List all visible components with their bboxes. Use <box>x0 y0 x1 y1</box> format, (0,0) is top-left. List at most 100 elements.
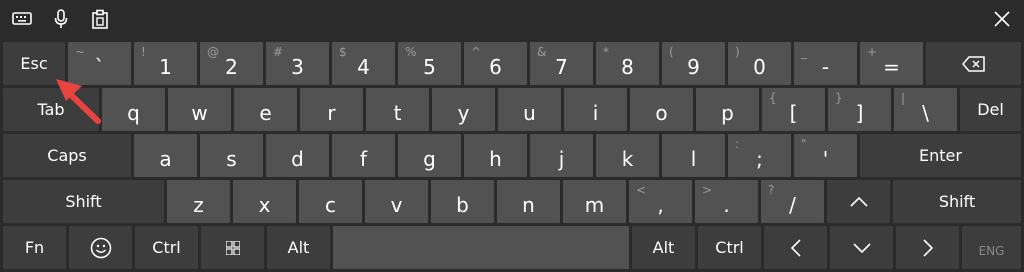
key-label: Ctrl <box>152 238 181 257</box>
key-primary: p <box>721 101 734 125</box>
key-arrow-right[interactable] <box>896 226 959 269</box>
key-primary: f <box>359 147 368 171</box>
key-ctrl-right[interactable]: Ctrl <box>698 226 761 269</box>
key-windows[interactable] <box>201 226 264 269</box>
key-f[interactable]: f <box>332 134 395 177</box>
key-label: Shift <box>65 192 102 211</box>
key-esc[interactable]: Esc <box>3 42 65 85</box>
key-primary: 1 <box>159 55 172 79</box>
key-i[interactable]: i <box>564 88 627 131</box>
key-primary: 6 <box>489 55 502 79</box>
key-comma[interactable]: < , <box>629 180 692 223</box>
key-quote[interactable]: " ' <box>794 134 857 177</box>
key-primary: 2 <box>225 55 238 79</box>
key-5[interactable]: % 5 <box>398 42 461 85</box>
key-semicolon[interactable]: : ; <box>728 134 791 177</box>
key-q[interactable]: q <box>102 88 165 131</box>
key-primary: [ <box>789 101 798 125</box>
key-backslash[interactable]: | \ <box>894 88 957 131</box>
key-backspace[interactable] <box>926 42 1021 85</box>
clipboard-icon[interactable] <box>88 8 112 30</box>
key-fn[interactable]: Fn <box>3 226 66 269</box>
key-p[interactable]: p <box>696 88 759 131</box>
key-primary: r <box>327 101 336 125</box>
key-minus[interactable]: _ - <box>794 42 857 85</box>
key-left-bracket[interactable]: { [ <box>762 88 825 131</box>
key-m[interactable]: m <box>563 180 626 223</box>
key-primary: d <box>291 147 304 171</box>
key-shift-right[interactable]: Shift <box>893 180 1021 223</box>
key-enter[interactable]: Enter <box>860 134 1021 177</box>
key-7[interactable]: & 7 <box>530 42 593 85</box>
key-alt-left[interactable]: Alt <box>267 226 330 269</box>
key-period[interactable]: > . <box>695 180 758 223</box>
backspace-icon <box>926 42 1021 85</box>
key-d[interactable]: d <box>266 134 329 177</box>
key-equals[interactable]: + = <box>860 42 923 85</box>
key-primary: c <box>325 193 336 217</box>
key-label: Shift <box>938 192 976 211</box>
key-backtick[interactable]: ~ ` <box>68 42 131 85</box>
key-slash[interactable]: ? / <box>761 180 824 223</box>
key-primary: o <box>655 101 668 125</box>
key-label: Esc <box>20 54 48 73</box>
key-y[interactable]: y <box>432 88 495 131</box>
keyboard-toolbar <box>0 0 1024 38</box>
key-g[interactable]: g <box>398 134 461 177</box>
key-l[interactable]: l <box>662 134 725 177</box>
key-2[interactable]: @ 2 <box>200 42 263 85</box>
key-e[interactable]: e <box>234 88 297 131</box>
key-o[interactable]: o <box>630 88 693 131</box>
key-4[interactable]: $ 4 <box>332 42 395 85</box>
language-indicator: ENG <box>978 244 1005 258</box>
key-j[interactable]: j <box>530 134 593 177</box>
key-1[interactable]: ! 1 <box>134 42 197 85</box>
key-primary: ' <box>822 147 829 171</box>
key-primary: 8 <box>621 55 634 79</box>
key-w[interactable]: w <box>168 88 231 131</box>
close-icon[interactable] <box>990 7 1014 31</box>
key-label: Alt <box>652 238 675 257</box>
key-tab[interactable]: Tab <box>3 88 99 131</box>
key-right-bracket[interactable]: } ] <box>828 88 891 131</box>
key-space[interactable] <box>333 226 629 269</box>
key-c[interactable]: c <box>299 180 362 223</box>
key-arrow-down[interactable] <box>830 226 893 269</box>
key-primary: a <box>159 147 172 171</box>
keyboard-icon[interactable] <box>10 8 34 30</box>
key-primary: ] <box>855 101 864 125</box>
key-a[interactable]: a <box>134 134 197 177</box>
key-8[interactable]: * 8 <box>596 42 659 85</box>
key-t[interactable]: t <box>366 88 429 131</box>
key-arrow-left[interactable] <box>764 226 827 269</box>
key-r[interactable]: r <box>300 88 363 131</box>
key-primary: x <box>258 193 271 217</box>
chevron-right-icon <box>896 226 959 269</box>
key-caps[interactable]: Caps <box>3 134 131 177</box>
key-3[interactable]: # 3 <box>266 42 329 85</box>
key-v[interactable]: v <box>365 180 428 223</box>
smiley-icon <box>69 226 132 269</box>
microphone-icon[interactable] <box>49 8 73 30</box>
key-label: Ctrl <box>715 238 744 257</box>
key-s[interactable]: s <box>200 134 263 177</box>
key-shift-left[interactable]: Shift <box>3 180 164 223</box>
key-9[interactable]: ( 9 <box>662 42 725 85</box>
key-alt-right[interactable]: Alt <box>632 226 695 269</box>
key-primary: u <box>523 101 536 125</box>
key-u[interactable]: u <box>498 88 561 131</box>
key-language[interactable]: ENG <box>962 226 1021 269</box>
key-b[interactable]: b <box>431 180 494 223</box>
key-h[interactable]: h <box>464 134 527 177</box>
key-ctrl-left[interactable]: Ctrl <box>135 226 198 269</box>
key-arrow-up[interactable] <box>827 180 890 223</box>
key-del[interactable]: Del <box>960 88 1021 131</box>
key-x[interactable]: x <box>233 180 296 223</box>
key-0[interactable]: ) 0 <box>728 42 791 85</box>
key-z[interactable]: z <box>167 180 230 223</box>
key-emoji[interactable] <box>69 226 132 269</box>
key-n[interactable]: n <box>497 180 560 223</box>
key-primary: s <box>226 147 237 171</box>
key-k[interactable]: k <box>596 134 659 177</box>
key-6[interactable]: ^ 6 <box>464 42 527 85</box>
